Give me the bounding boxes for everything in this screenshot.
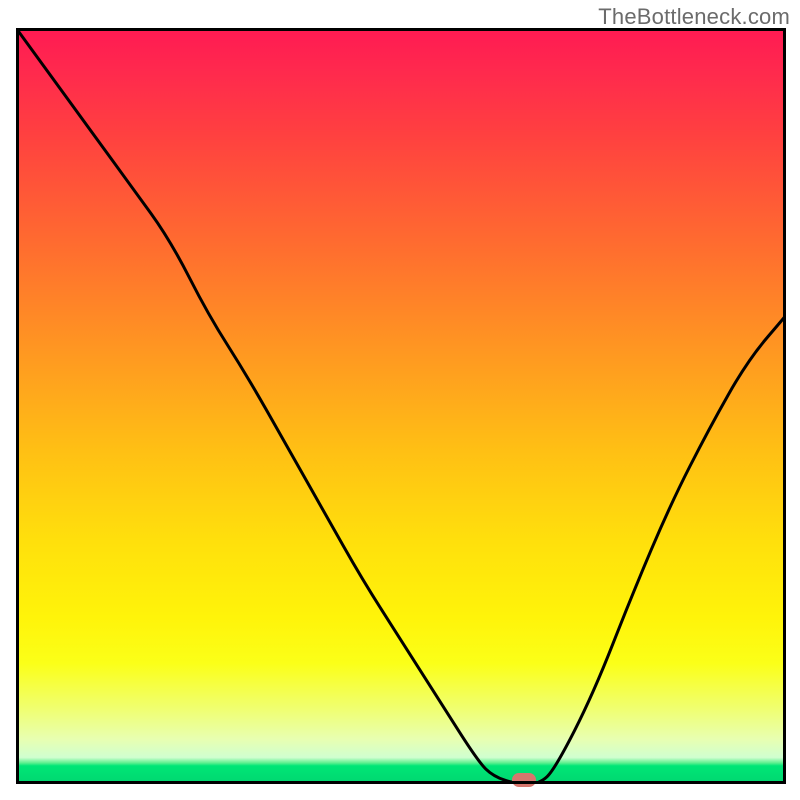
- watermark-label: TheBottleneck.com: [598, 4, 790, 30]
- bottleneck-curve: [16, 28, 786, 784]
- chart-container: TheBottleneck.com: [0, 0, 800, 800]
- optimal-point-marker: [512, 773, 536, 787]
- curve-path: [16, 28, 786, 784]
